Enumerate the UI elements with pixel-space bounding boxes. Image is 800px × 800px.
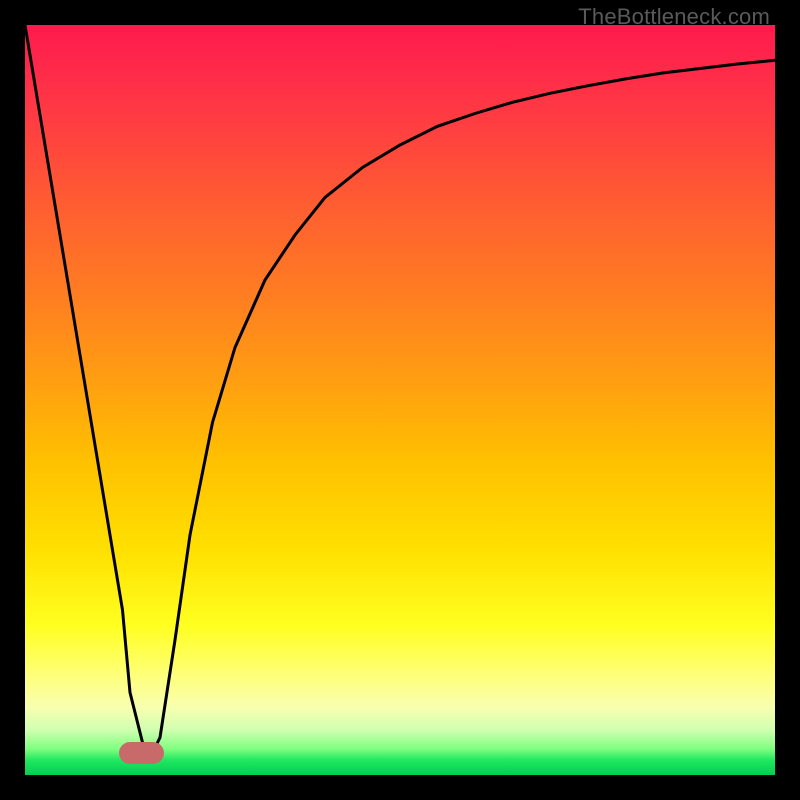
plot-area	[25, 25, 775, 775]
bottleneck-curve-path	[25, 25, 775, 753]
optimum-marker	[119, 742, 165, 764]
curve-svg	[25, 25, 775, 775]
chart-frame: TheBottleneck.com	[0, 0, 800, 800]
